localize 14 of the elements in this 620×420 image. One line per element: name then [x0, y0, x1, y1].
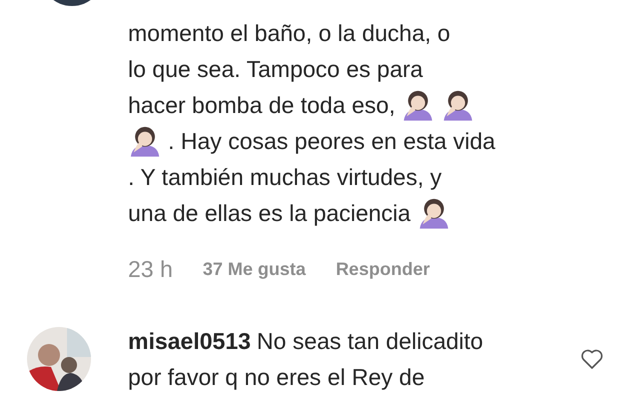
- person-icon: [128, 124, 162, 158]
- comment-text: por favor q no eres el Rey de: [128, 363, 425, 392]
- comment-time: 23 h: [128, 256, 173, 283]
- likes-link[interactable]: 37 Me gusta: [202, 259, 306, 280]
- reply-link[interactable]: Responder: [336, 259, 430, 280]
- comment-text: lo que sea. Tampoco es para: [128, 55, 423, 84]
- comment-text: una de ellas es la paciencia: [128, 199, 411, 228]
- comment-text: momento el baño, o la ducha, o: [128, 19, 450, 48]
- heart-icon[interactable]: [580, 347, 604, 371]
- comment-text: . Hay cosas peores en esta vida: [168, 127, 496, 156]
- comment-text: hacer bomba de toda eso,: [128, 91, 396, 120]
- username[interactable]: misael0513: [128, 323, 251, 359]
- comment-text: No seas tan delicadito: [256, 327, 484, 356]
- comment-text: . Y también muchas virtudes, y: [128, 163, 442, 192]
